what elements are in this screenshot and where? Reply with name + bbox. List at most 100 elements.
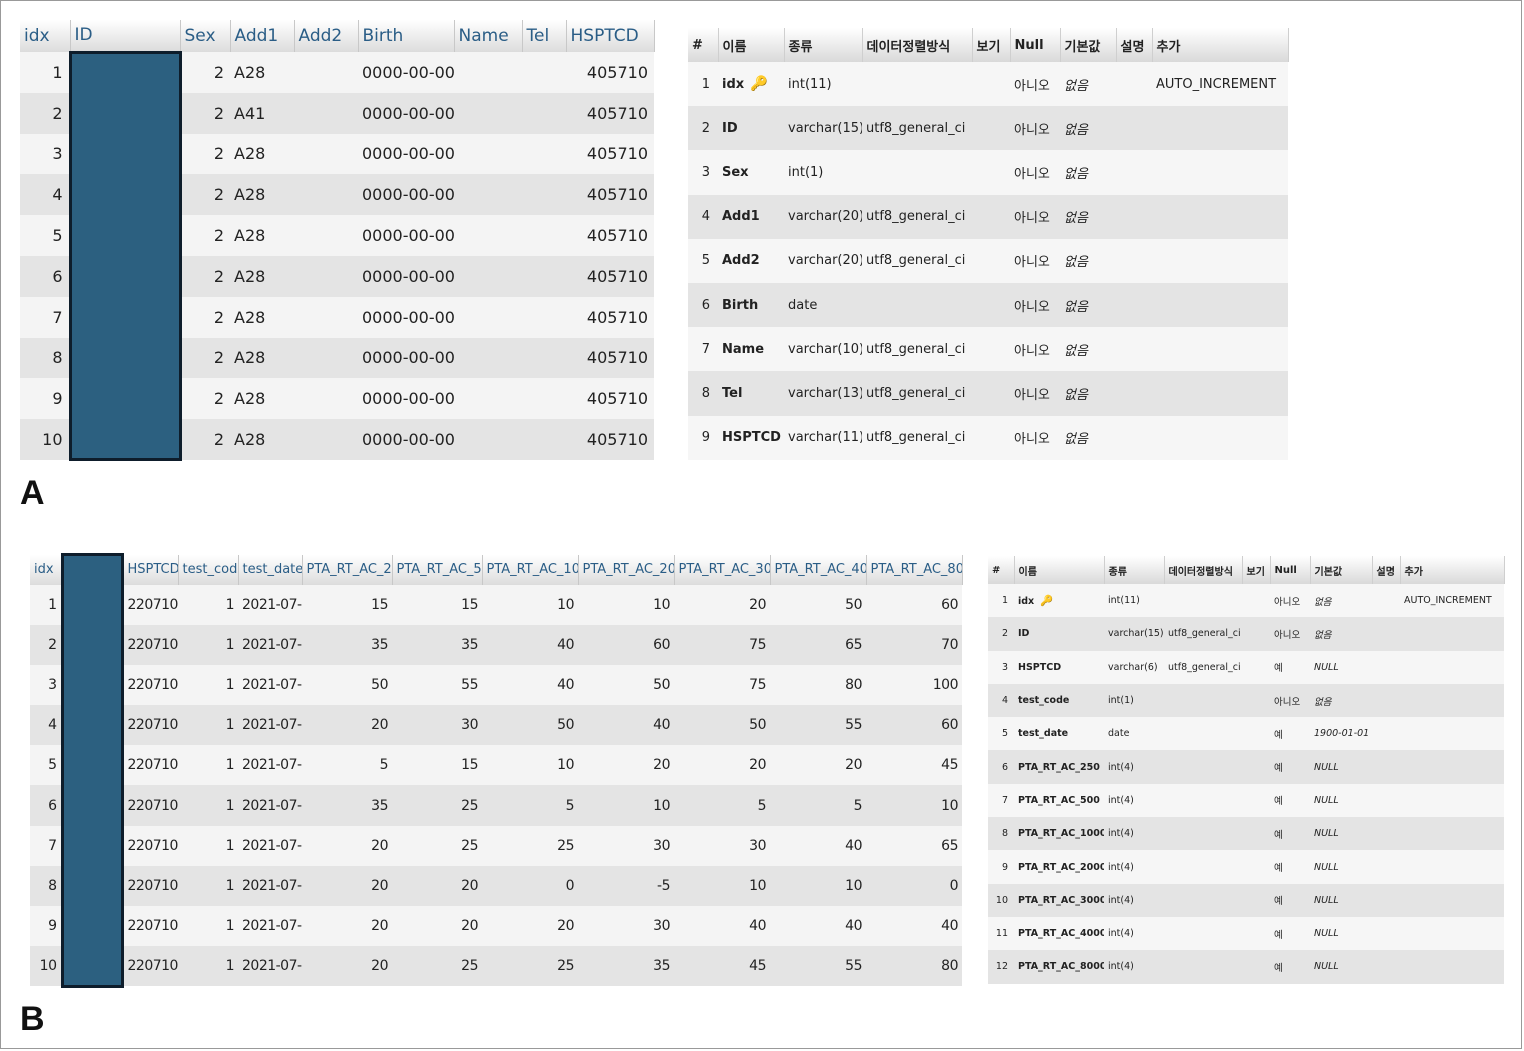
table-row[interactable]: 422071012021-07-1920305040505560: [30, 705, 962, 746]
table-row[interactable]: 122071012021-07-2015151010205060: [30, 584, 962, 625]
column-header-pta_rt_ac_1000[interactable]: PTA_RT_AC_1000: [482, 554, 579, 585]
field-attributes: [972, 150, 1010, 195]
cell-pta-value: 60: [866, 705, 962, 746]
structure-header-5[interactable]: Null: [1010, 28, 1061, 62]
structure-row[interactable]: 6 Birth date 아니오 없음: [688, 282, 1288, 328]
table-row[interactable]: 10 2 A28 0000-00-00 405710: [20, 419, 654, 462]
cell-name: [454, 174, 522, 216]
column-header-hsptcd[interactable]: HSPTCD: [122, 554, 179, 585]
structure-row[interactable]: 9 PTA_RT_AC_2000 int(4) 예 NULL: [988, 850, 1504, 884]
field-collation: utf8_general_ci: [862, 327, 972, 372]
structure-row[interactable]: 9 HSPTCD varchar(11) utf8_general_ci 아니오 없음: [688, 415, 1288, 460]
table-row[interactable]: 322071012021-07-20505540507580100: [30, 664, 962, 706]
column-header-pta_rt_ac_500[interactable]: PTA_RT_AC_500: [392, 554, 483, 585]
structure-row[interactable]: 1 idx 🔑 int(11) 아니오 없음 AUTO_INCREMENT: [988, 584, 1504, 618]
table-row[interactable]: 2 2 A41 0000-00-00 405710: [20, 92, 654, 134]
structure-row[interactable]: 11 PTA_RT_AC_4000 int(4) 예 NULL: [988, 916, 1504, 951]
column-header-pta_rt_ac_2000[interactable]: PTA_RT_AC_2000: [578, 554, 675, 585]
field-extra: [1400, 817, 1504, 851]
column-header-tel[interactable]: Tel: [522, 20, 567, 52]
structure-row[interactable]: 2 ID varchar(15) utf8_general_ci 아니오 없음: [988, 617, 1504, 651]
structure-header-3[interactable]: 데이터정렬방식: [862, 28, 973, 62]
cell-pta-value: 35: [578, 946, 674, 987]
structure-header-2[interactable]: 종류: [784, 28, 863, 62]
structure-row[interactable]: 3 Sex int(1) 아니오 없음: [688, 150, 1288, 195]
column-header-idx[interactable]: idx: [20, 20, 71, 52]
structure-row[interactable]: 12 PTA_RT_AC_8000 int(4) 예 NULL: [988, 950, 1504, 984]
table-row[interactable]: 8 2 A28 0000-00-00 405710: [20, 337, 654, 379]
column-header-hsptcd[interactable]: HSPTCD: [566, 20, 655, 52]
structure-header-8[interactable]: 추가: [1400, 556, 1505, 584]
table-row[interactable]: 6 2 A28 0000-00-00 405710: [20, 255, 654, 297]
table-row[interactable]: 9 2 A28 0000-00-00 405710: [20, 378, 654, 420]
structure-header-7[interactable]: 설명: [1372, 556, 1401, 584]
structure-header-6[interactable]: 기본값: [1060, 28, 1117, 62]
cell-idx: 1: [20, 52, 70, 93]
structure-row[interactable]: 5 Add2 varchar(20) utf8_general_ci 아니오 없음: [688, 238, 1288, 283]
structure-row[interactable]: 3 HSPTCD varchar(6) utf8_general_ci 예 NULL: [988, 650, 1504, 684]
redacted-id-header[interactable]: [60, 553, 124, 585]
structure-row[interactable]: 6 PTA_RT_AC_250 int(4) 예 NULL: [988, 750, 1504, 784]
structure-header-8[interactable]: 추가: [1152, 28, 1289, 62]
column-header-sex[interactable]: Sex: [180, 20, 231, 52]
table-row[interactable]: 622071012021-07-1935255105510: [30, 785, 962, 826]
structure-row[interactable]: 8 Tel varchar(13) utf8_general_ci 아니오 없음: [688, 371, 1288, 416]
structure-header-0[interactable]: #: [688, 28, 719, 62]
table-row[interactable]: 1022071012021-07-1920252535455580: [30, 946, 962, 988]
column-header-idx[interactable]: idx: [30, 554, 63, 585]
structure-row[interactable]: 4 test_code int(1) 아니오 없음: [988, 683, 1504, 718]
field-type: varchar(11): [784, 415, 862, 460]
table-row[interactable]: 3 2 A28 0000-00-00 405710: [20, 133, 654, 175]
cell-pta-value: 50: [674, 705, 770, 746]
cell-pta-value: 20: [392, 906, 482, 947]
table-row[interactable]: 522071012021-07-195151020202045: [30, 745, 962, 786]
structure-row[interactable]: 4 Add1 varchar(20) utf8_general_ci 아니오 없음: [688, 194, 1288, 239]
structure-header-6[interactable]: 기본값: [1310, 556, 1373, 584]
column-header-test_date[interactable]: test_date: [238, 554, 303, 585]
structure-header-1[interactable]: 이름: [1014, 556, 1105, 584]
table-row[interactable]: 1 2 A28 0000-00-00 405710: [20, 50, 654, 93]
table-row[interactable]: 922071012021-07-1920202030404040: [30, 906, 962, 947]
field-attributes: [972, 327, 1010, 372]
cell-sex: 2: [180, 133, 230, 175]
column-header-name[interactable]: Name: [454, 20, 523, 52]
structure-row[interactable]: 10 PTA_RT_AC_3000 int(4) 예 NULL: [988, 883, 1504, 917]
structure-row[interactable]: 7 PTA_RT_AC_500 int(4) 예 NULL: [988, 783, 1504, 818]
structure-header-4[interactable]: 보기: [972, 28, 1011, 62]
column-header-add1[interactable]: Add1: [230, 20, 295, 52]
field-collation: utf8_general_ci: [1164, 617, 1242, 651]
structure-header-7[interactable]: 설명: [1116, 28, 1153, 62]
table-row[interactable]: 7 2 A28 0000-00-00 405710: [20, 296, 654, 338]
column-header-birth[interactable]: Birth: [358, 20, 455, 52]
table-row[interactable]: 4 2 A28 0000-00-00 405710: [20, 174, 654, 216]
field-comment: [1372, 750, 1400, 784]
structure-header-2[interactable]: 종류: [1104, 556, 1165, 584]
column-header-test_code[interactable]: test_code: [178, 554, 239, 585]
structure-row[interactable]: 5 test_date date 예 1900-01-01: [988, 717, 1504, 751]
field-name: ID: [718, 106, 784, 151]
cell-pta-value: 55: [770, 946, 866, 987]
column-header-add2[interactable]: Add2: [294, 20, 359, 52]
column-header-id[interactable]: ID: [70, 20, 181, 52]
field-collation: utf8_general_ci: [1164, 650, 1242, 684]
column-header-pta_rt_ac_8000[interactable]: PTA_RT_AC_8000: [866, 554, 963, 585]
field-collation: [1164, 883, 1242, 917]
table-row[interactable]: 822071012021-07-1920200-510100: [30, 865, 962, 906]
column-header-pta_rt_ac_250[interactable]: PTA_RT_AC_250: [302, 554, 393, 585]
structure-header-1[interactable]: 이름: [718, 28, 785, 62]
table-row[interactable]: 5 2 A28 0000-00-00 405710: [20, 215, 654, 256]
structure-header-0[interactable]: #: [988, 556, 1015, 584]
structure-row[interactable]: 8 PTA_RT_AC_1000 int(4) 예 NULL: [988, 817, 1504, 851]
structure-header-3[interactable]: 데이터정렬방식: [1164, 556, 1243, 584]
table-row[interactable]: 222071012021-07-2035354060756570: [30, 624, 962, 665]
column-header-pta_rt_ac_4000[interactable]: PTA_RT_AC_4000: [770, 554, 867, 585]
cell-hsptcd: 220710: [122, 906, 178, 947]
table-row[interactable]: 722071012021-07-1920252530304065: [30, 825, 962, 866]
structure-row[interactable]: 2 ID varchar(15) utf8_general_ci 아니오 없음: [688, 106, 1288, 151]
structure-row[interactable]: 1 idx 🔑 int(11) 아니오 없음 AUTO_INCREMENT: [688, 62, 1288, 107]
structure-header-5[interactable]: Null: [1270, 556, 1311, 584]
field-number: 9: [988, 850, 1014, 884]
structure-header-4[interactable]: 보기: [1242, 556, 1271, 584]
column-header-pta_rt_ac_3000[interactable]: PTA_RT_AC_3000: [674, 554, 771, 585]
structure-row[interactable]: 7 Name varchar(10) utf8_general_ci 아니오 없음: [688, 327, 1288, 372]
